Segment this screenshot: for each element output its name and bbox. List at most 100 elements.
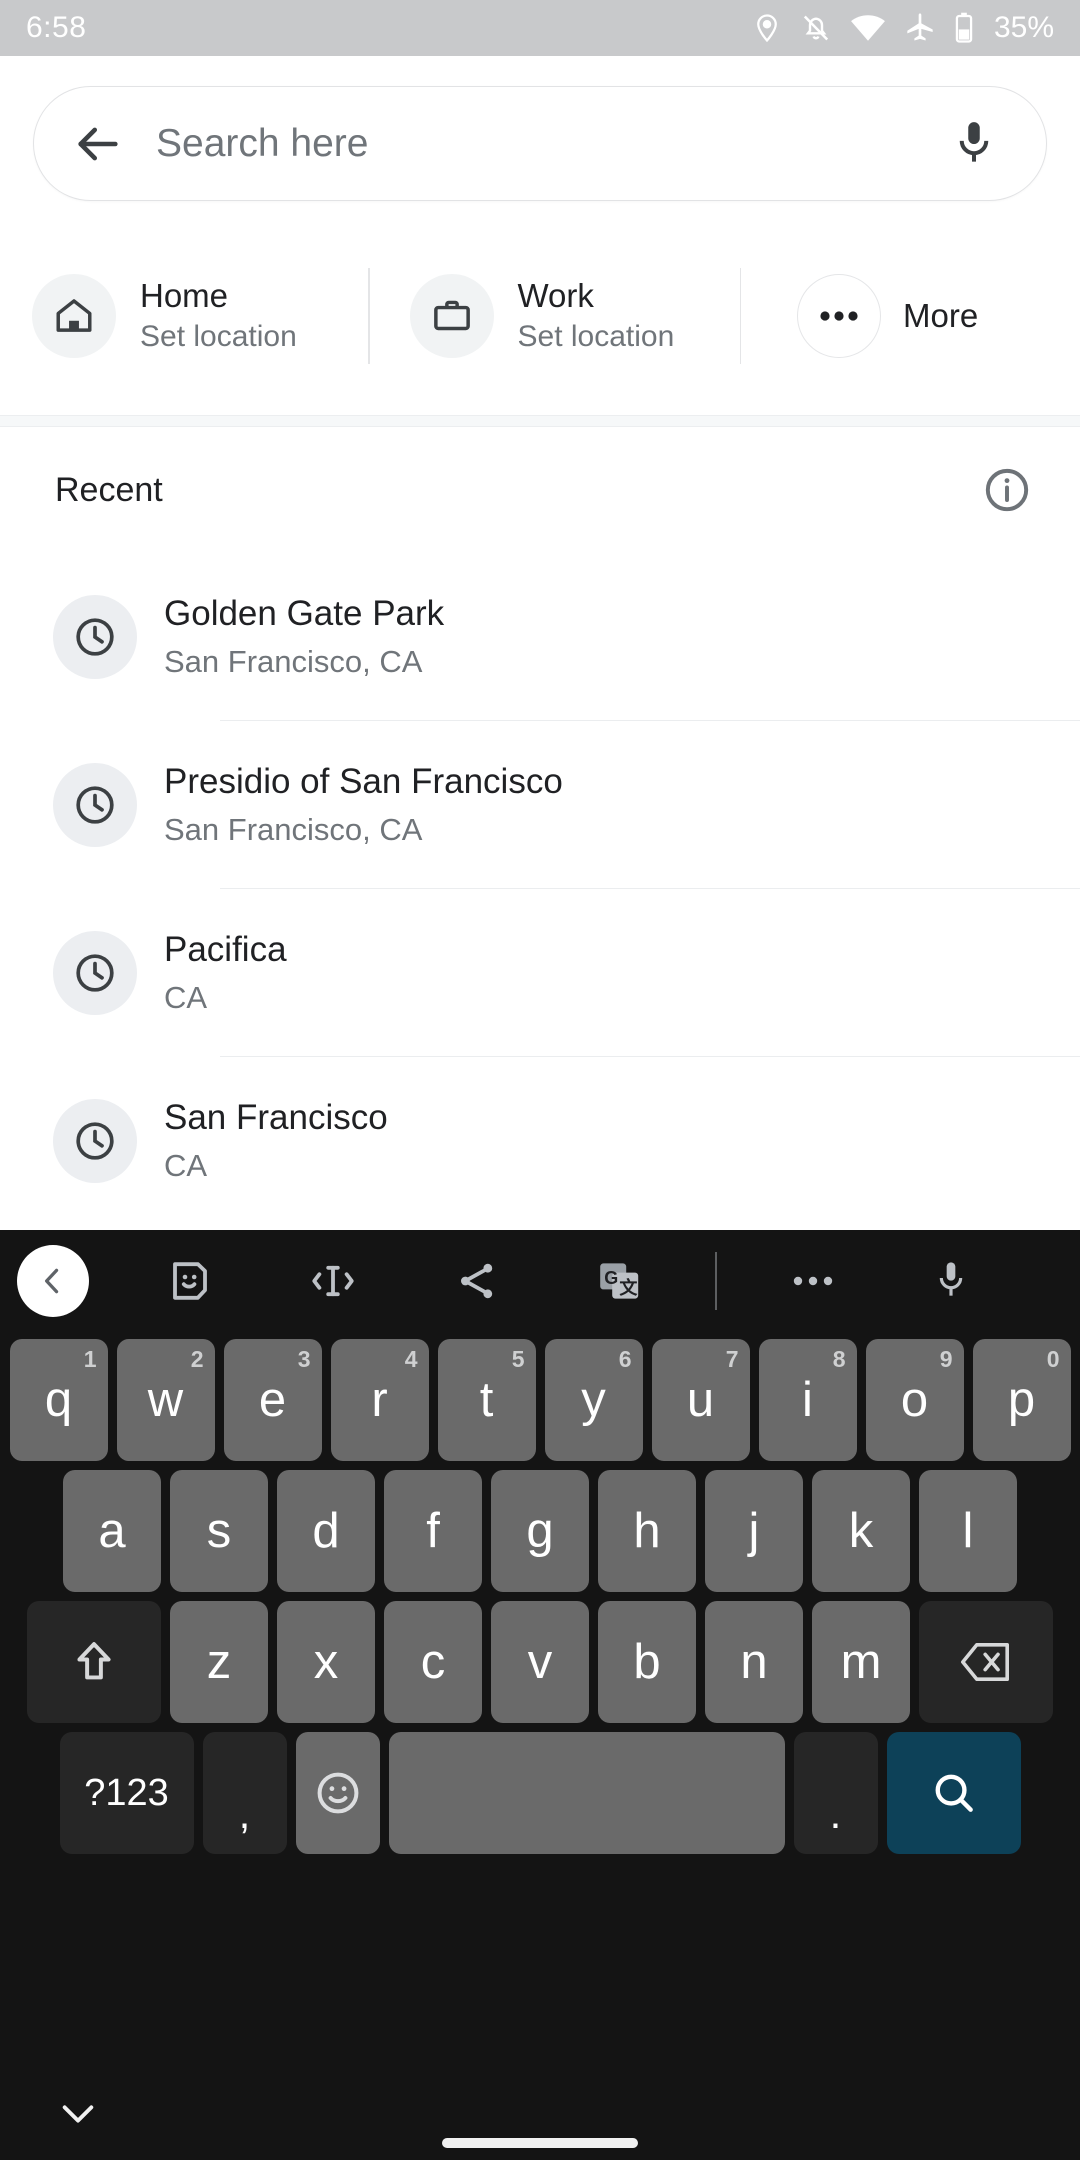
key-v[interactable]: v (491, 1601, 589, 1723)
shortcut-divider-1 (368, 267, 370, 364)
battery-percent-label: 35% (993, 11, 1054, 44)
emoji-smiley-icon[interactable] (295, 1732, 380, 1854)
toolbar-divider (715, 1252, 717, 1310)
key-w-label: w (147, 1373, 184, 1427)
shortcut-home-text: Home Set location (140, 275, 297, 355)
shortcut-more[interactable]: More (797, 251, 978, 381)
key-z[interactable]: z (170, 1601, 268, 1723)
key-u[interactable]: 7 u (651, 1339, 750, 1461)
list-item-subtitle: San Francisco, CA (164, 812, 423, 848)
key-o[interactable]: 9 o (865, 1339, 964, 1461)
info-circle-icon[interactable] (977, 460, 1037, 520)
chevron-left-icon[interactable] (17, 1245, 89, 1317)
list-item-subtitle: San Francisco, CA (164, 644, 423, 680)
key-t[interactable]: 5 t (437, 1339, 536, 1461)
keyboard-row-2: a s d f g h j k l (0, 1470, 1080, 1592)
shortcut-work[interactable]: Work Set location (409, 251, 740, 381)
key-k[interactable]: k (812, 1470, 910, 1592)
svg-text:文: 文 (619, 1277, 638, 1298)
key-c[interactable]: c (384, 1601, 482, 1723)
overflow-dots-icon[interactable] (777, 1245, 849, 1317)
key-h[interactable]: h (598, 1470, 696, 1592)
key-n-label: n (740, 1635, 768, 1689)
list-item[interactable]: Presidio of San Francisco San Francisco,… (0, 721, 1080, 889)
clock-history-icon (53, 763, 137, 847)
key-i-number: 8 (832, 1346, 846, 1372)
on-screen-keyboard: G 文 1 q 2 w 3 e 4 r 5 t 6 y 7 u 8 i 9 o … (0, 1230, 1080, 2076)
clock-history-icon (53, 595, 137, 679)
period-key[interactable]: . (793, 1732, 878, 1854)
key-p[interactable]: 0 p (972, 1339, 1071, 1461)
key-s[interactable]: s (170, 1470, 268, 1592)
space-key[interactable] (388, 1732, 785, 1854)
key-p-label: p (1007, 1373, 1036, 1427)
more-dots-icon (797, 273, 881, 358)
keyboard-row-4: ?123 , . (0, 1732, 1080, 1854)
search-field[interactable]: Search here (33, 86, 1047, 201)
home-indicator[interactable] (442, 2138, 638, 2148)
key-j[interactable]: j (705, 1470, 803, 1592)
shortcut-work-title: Work (517, 277, 594, 315)
shift-icon[interactable] (27, 1601, 161, 1723)
share-icon[interactable] (441, 1245, 513, 1317)
key-n[interactable]: n (705, 1601, 803, 1723)
recent-list: Golden Gate Park San Francisco, CA Presi… (0, 553, 1080, 1225)
comma-key-label: , (238, 1790, 251, 1837)
key-c-label: c (420, 1635, 446, 1689)
list-item[interactable]: Pacifica CA (0, 889, 1080, 1057)
key-h-label: h (633, 1504, 661, 1558)
key-x[interactable]: x (277, 1601, 375, 1723)
shortcut-home[interactable]: Home Set location (32, 251, 368, 381)
arrow-back-icon[interactable] (50, 96, 146, 192)
key-m-label: m (840, 1635, 882, 1689)
comma-key[interactable]: , (202, 1732, 287, 1854)
svg-text:G: G (604, 1268, 618, 1288)
list-item-subtitle: CA (164, 1148, 208, 1184)
keyboard-toolbar: G 文 (0, 1230, 1080, 1332)
microphone-icon[interactable] (926, 96, 1022, 192)
key-w[interactable]: 2 w (116, 1339, 215, 1461)
search-input[interactable]: Search here (156, 122, 926, 166)
key-s-label: s (206, 1504, 232, 1558)
backspace-icon[interactable] (919, 1601, 1053, 1723)
status-bar: 6:58 35% (0, 0, 1080, 56)
status-icons: 35% (752, 11, 1054, 45)
key-q[interactable]: 1 q (9, 1339, 108, 1461)
work-briefcase-icon (409, 273, 494, 358)
list-item[interactable]: Golden Gate Park San Francisco, CA (0, 553, 1080, 721)
key-y-label: y (581, 1373, 606, 1427)
key-r-number: 4 (404, 1346, 418, 1372)
phone-screen: 6:58 35% Search here Home Set location W… (0, 0, 1080, 2160)
key-i[interactable]: 8 i (758, 1339, 857, 1461)
key-t-number: 5 (511, 1346, 525, 1372)
clipboard-cursor-icon[interactable] (297, 1245, 369, 1317)
key-q-number: 1 (83, 1346, 97, 1372)
key-l[interactable]: l (919, 1470, 1017, 1592)
home-icon (32, 273, 116, 358)
key-r[interactable]: 4 r (330, 1339, 429, 1461)
navigation-bar (0, 2076, 1080, 2160)
recent-section-header: Recent (0, 427, 1080, 553)
search-magnifier-icon[interactable] (886, 1732, 1021, 1854)
key-u-label: u (686, 1373, 715, 1427)
key-y[interactable]: 6 y (544, 1339, 643, 1461)
key-b[interactable]: b (598, 1601, 696, 1723)
key-d[interactable]: d (277, 1470, 375, 1592)
key-e[interactable]: 3 e (223, 1339, 322, 1461)
shortcut-home-title: Home (140, 277, 229, 315)
microphone-icon[interactable] (915, 1245, 987, 1317)
key-a[interactable]: a (63, 1470, 161, 1592)
key-f-label: f (426, 1504, 440, 1558)
key-g[interactable]: g (491, 1470, 589, 1592)
list-item[interactable]: San Francisco CA (0, 1057, 1080, 1225)
list-item-title: San Francisco (164, 1097, 388, 1137)
google-translate-icon[interactable]: G 文 (583, 1245, 655, 1317)
key-f[interactable]: f (384, 1470, 482, 1592)
key-p-number: 0 (1046, 1346, 1060, 1372)
sticker-icon[interactable] (153, 1245, 225, 1317)
symbols-key[interactable]: ?123 (59, 1732, 194, 1854)
list-item-title: Pacifica (164, 929, 287, 969)
key-m[interactable]: m (812, 1601, 910, 1723)
list-item-title: Presidio of San Francisco (164, 761, 563, 801)
chevron-down-icon[interactable] (48, 2084, 108, 2144)
